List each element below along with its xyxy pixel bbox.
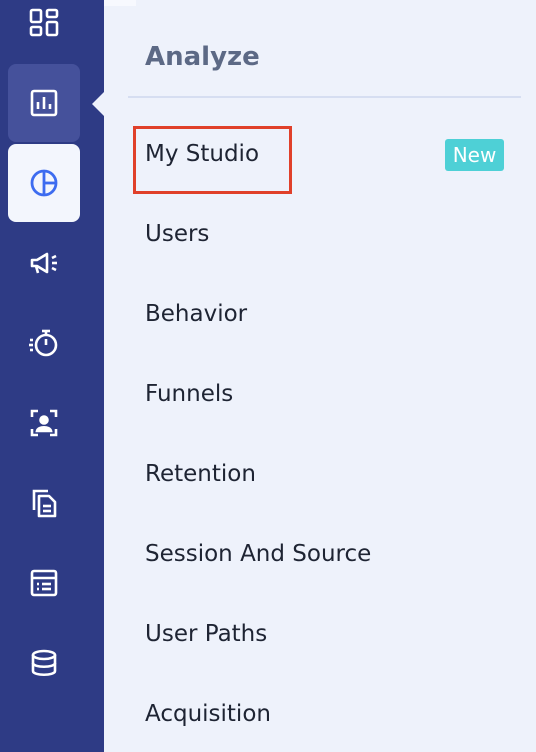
analyze-menu-panel: Analyze My Studio New Users Behavior Fun… xyxy=(104,0,536,752)
menu-item-funnels[interactable]: Funnels xyxy=(145,374,525,414)
panel-title: Analyze xyxy=(145,42,260,72)
new-badge: New xyxy=(445,139,504,171)
active-section-caret xyxy=(92,92,104,116)
pie-chart-icon xyxy=(30,169,58,197)
megaphone-icon xyxy=(30,252,57,274)
database-icon xyxy=(31,649,57,677)
icon-sidebar xyxy=(0,0,104,752)
sidebar-performance-button[interactable] xyxy=(8,304,80,382)
sidebar-reports-button[interactable] xyxy=(8,64,80,142)
menu-item-acquisition[interactable]: Acquisition xyxy=(145,694,525,734)
sidebar-campaigns-button[interactable] xyxy=(8,224,80,302)
menu-item-user-paths[interactable]: User Paths xyxy=(145,614,525,654)
sidebar-analyze-button[interactable] xyxy=(8,144,80,222)
sidebar-profiles-button[interactable] xyxy=(8,384,80,462)
sidebar-data-button[interactable] xyxy=(8,624,80,702)
menu-item-session-and-source[interactable]: Session And Source xyxy=(145,534,525,574)
sidebar-dashboard-button[interactable] xyxy=(8,0,80,62)
sidebar-documents-button[interactable] xyxy=(8,464,80,542)
sidebar-tables-button[interactable] xyxy=(8,544,80,622)
menu-item-behavior[interactable]: Behavior xyxy=(145,294,525,334)
dashboard-icon xyxy=(29,8,59,37)
bar-chart-icon xyxy=(30,89,58,117)
stopwatch-icon xyxy=(29,329,58,357)
documents-icon xyxy=(32,489,57,518)
user-profile-icon xyxy=(30,409,58,437)
title-divider xyxy=(128,96,521,98)
table-list-icon xyxy=(30,569,58,597)
menu-item-users[interactable]: Users xyxy=(145,214,525,254)
menu-item-retention[interactable]: Retention xyxy=(145,454,525,494)
